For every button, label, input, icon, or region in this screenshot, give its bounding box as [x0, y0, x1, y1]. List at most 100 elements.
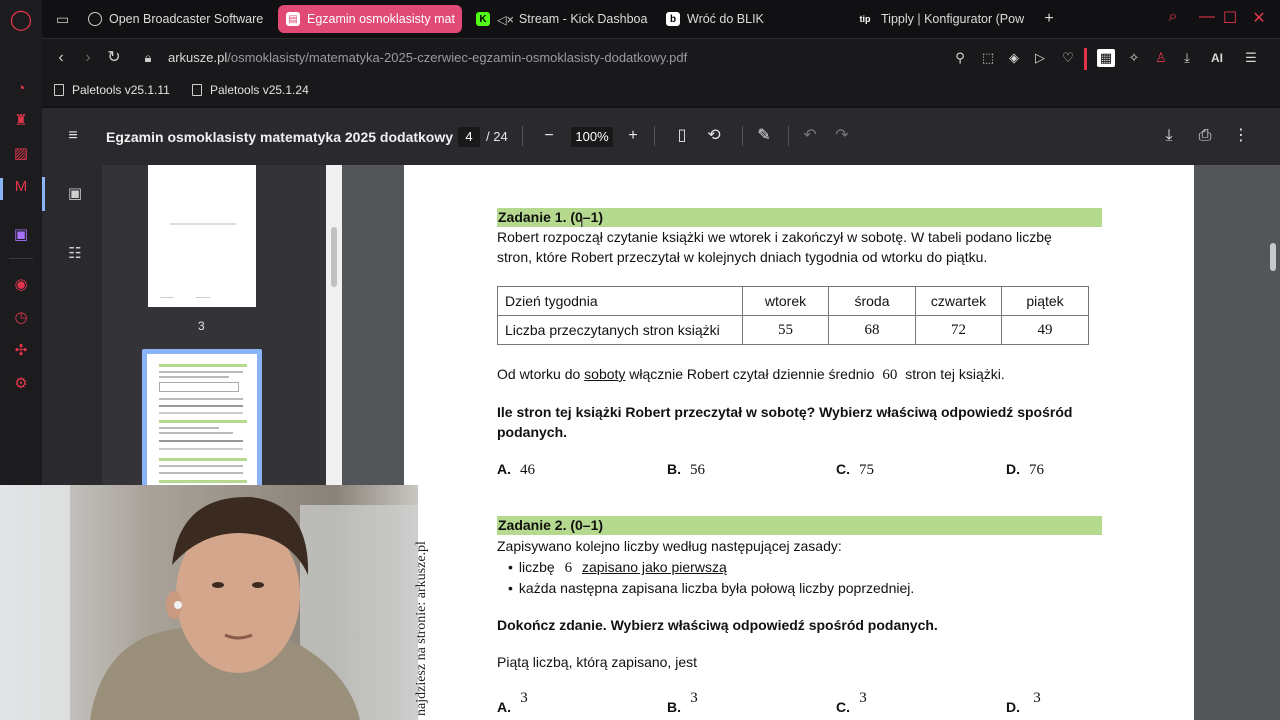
thumb-text-line [170, 223, 236, 225]
fraction-numerator: 3 [859, 690, 867, 706]
snapshot-icon[interactable]: ⬚ [979, 49, 997, 67]
toolbar-divider [742, 126, 743, 146]
sidebar-scrollbar[interactable] [326, 165, 342, 485]
zoom-input[interactable]: 100% [571, 127, 613, 147]
reading-table: Dzień tygodnia wtorek środa czwartek pią… [497, 286, 1089, 345]
url-field[interactable]: arkusze.pl/osmoklasisty/matematyka-2025-… [168, 50, 687, 65]
extensions-icon[interactable]: ✣ [9, 338, 33, 362]
thumbnails-image-icon[interactable]: ▣ [66, 185, 84, 203]
page-thumbnail-3[interactable] [148, 165, 256, 307]
task2-answer-d[interactable]: D. [1006, 699, 1029, 715]
answer-value: 46 [520, 462, 535, 478]
tab-label: Wróć do BLIK [687, 12, 764, 26]
page-thumbnail-4-selected[interactable] [142, 349, 262, 489]
tab-egzamin[interactable]: ▤ Egzamin osmoklasisty mat [278, 5, 462, 33]
thumb-text-line [159, 427, 219, 429]
lock-icon[interactable]: 🔒︎ [138, 48, 158, 68]
maximize-icon[interactable]: ☐ [1219, 8, 1241, 28]
zoom-in-icon[interactable]: + [622, 125, 644, 147]
menu-hamburger-icon[interactable]: ≡ [62, 125, 84, 147]
speed-dial-icon[interactable]: ◔ [9, 76, 33, 100]
more-options-icon[interactable]: ⋮ [1230, 125, 1252, 147]
answer-letter: C. [836, 461, 850, 477]
bookmarks-bar: Paletools v25.1.11 Paletools v25.1.24 [42, 76, 1280, 106]
zoom-out-icon[interactable]: − [538, 125, 560, 147]
ai-button[interactable]: AI [1204, 49, 1230, 67]
page-number-input[interactable]: 4 [458, 127, 480, 147]
print-icon[interactable]: ⎙ [1194, 125, 1216, 147]
search-tabs-icon[interactable]: ⌕ [1162, 8, 1184, 26]
download-icon[interactable]: ⤓ [1178, 49, 1196, 67]
extension-icon[interactable]: ▨ [9, 141, 33, 165]
bookmark-paletools-1[interactable]: Paletools v25.1.11 [54, 83, 170, 97]
pdf-doc-icon: ▤ [286, 12, 300, 26]
table-cell: 72 [915, 315, 1002, 345]
reload-icon[interactable]: ↻ [104, 48, 124, 68]
settings-gear-icon[interactable]: ⚙ [9, 371, 33, 395]
table-cell: środa [828, 286, 916, 316]
bullet-dot: • [508, 559, 513, 575]
redo-icon[interactable]: ↷ [831, 125, 853, 147]
aria-icon[interactable]: ♜ [9, 108, 33, 132]
answer-letter: C. [836, 699, 850, 715]
scrollbar-thumb[interactable] [331, 227, 337, 287]
answer-value: 75 [859, 462, 874, 478]
undo-icon[interactable]: ↶ [799, 125, 821, 147]
task2-sentence: Piątą liczbą, którą zapisano, jest [497, 654, 697, 670]
profile-icon[interactable]: ♙ [1152, 49, 1170, 67]
fraction-numerator: 3 [1033, 690, 1041, 706]
answer-letter: B. [667, 699, 681, 715]
toolbar-divider [522, 126, 523, 146]
thumb-text-line [159, 472, 243, 474]
task1-answer-c[interactable]: C. 75 [836, 461, 874, 479]
bookmark-paletools-2[interactable]: Paletools v25.1.24 [192, 83, 309, 97]
sidebar-active-indicator [42, 177, 45, 211]
new-tab-button[interactable]: + [1038, 5, 1060, 33]
twitch-icon[interactable]: ▣ [9, 222, 33, 246]
download-pdf-icon[interactable]: ⤓ [1158, 125, 1180, 147]
webcam-feed-image [0, 485, 418, 720]
rail-active-indicator [0, 178, 3, 200]
player-icon[interactable]: ◉ [9, 272, 33, 296]
tab-label: Open Broadcaster Software [109, 12, 264, 26]
document-icon [192, 84, 202, 96]
pocket-icon[interactable]: ◈ [1005, 49, 1023, 67]
task1-answer-b[interactable]: B. 56 [667, 461, 705, 479]
annotate-pen-icon[interactable]: ✎ [753, 125, 775, 147]
text-segment: każda następna zapisana liczba była poło… [518, 580, 915, 596]
fit-page-icon[interactable]: ▯ [671, 125, 693, 147]
close-window-icon[interactable]: ✕ [1248, 8, 1270, 28]
heart-icon[interactable]: ♡ [1059, 49, 1077, 67]
thumb-footer-line [160, 297, 174, 298]
obs-icon [88, 12, 102, 26]
send-icon[interactable]: ▷ [1031, 49, 1049, 67]
tab-menu-icon[interactable]: ▭ [48, 5, 78, 33]
underlined-word: soboty [584, 366, 626, 382]
tab-tipply[interactable]: tip Tipply | Konfigurator (Pow [848, 5, 1034, 33]
history-icon[interactable]: ◷ [9, 305, 33, 329]
tab-blik[interactable]: b Wróć do BLIK [658, 5, 838, 33]
thumb-text-line [159, 440, 243, 442]
fraction-numerator: 3 [690, 690, 698, 706]
tab-kick[interactable]: K ◁× Stream - Kick Dashboa [468, 5, 648, 33]
rotate-icon[interactable]: ⟲ [703, 125, 725, 147]
task1-answer-a[interactable]: A. 46 [497, 461, 535, 479]
easy-setup-icon[interactable]: ☰ [1242, 49, 1260, 67]
task1-heading: Zadanie 1. (0–1) [497, 208, 1102, 227]
tab-obs[interactable]: Open Broadcaster Software [80, 5, 268, 33]
extension-qr-icon[interactable]: ▦ [1097, 49, 1115, 67]
outline-list-icon[interactable]: ☷ [66, 245, 84, 263]
task1-answer-d[interactable]: D. 76 [1006, 461, 1044, 479]
task2-bullet1: • liczbę 6 zapisano jako pierwszą [508, 557, 727, 578]
task1-intro-line1: Robert rozpoczął czytanie książki we wto… [497, 229, 1052, 245]
forward-icon[interactable]: › [78, 48, 98, 68]
minimize-icon[interactable]: — [1196, 8, 1218, 26]
pin-icon[interactable]: ⚲ [951, 49, 969, 67]
bookmark-label: Paletools v25.1.11 [72, 83, 170, 97]
mail-icon[interactable]: M [9, 174, 33, 198]
page-scrollbar-thumb[interactable] [1270, 243, 1276, 271]
back-icon[interactable]: ‹ [51, 48, 71, 68]
answer-letter: B. [667, 461, 681, 477]
opera-logo-icon[interactable]: ◯ [9, 7, 33, 31]
puzzle-icon[interactable]: ✧ [1125, 49, 1143, 67]
